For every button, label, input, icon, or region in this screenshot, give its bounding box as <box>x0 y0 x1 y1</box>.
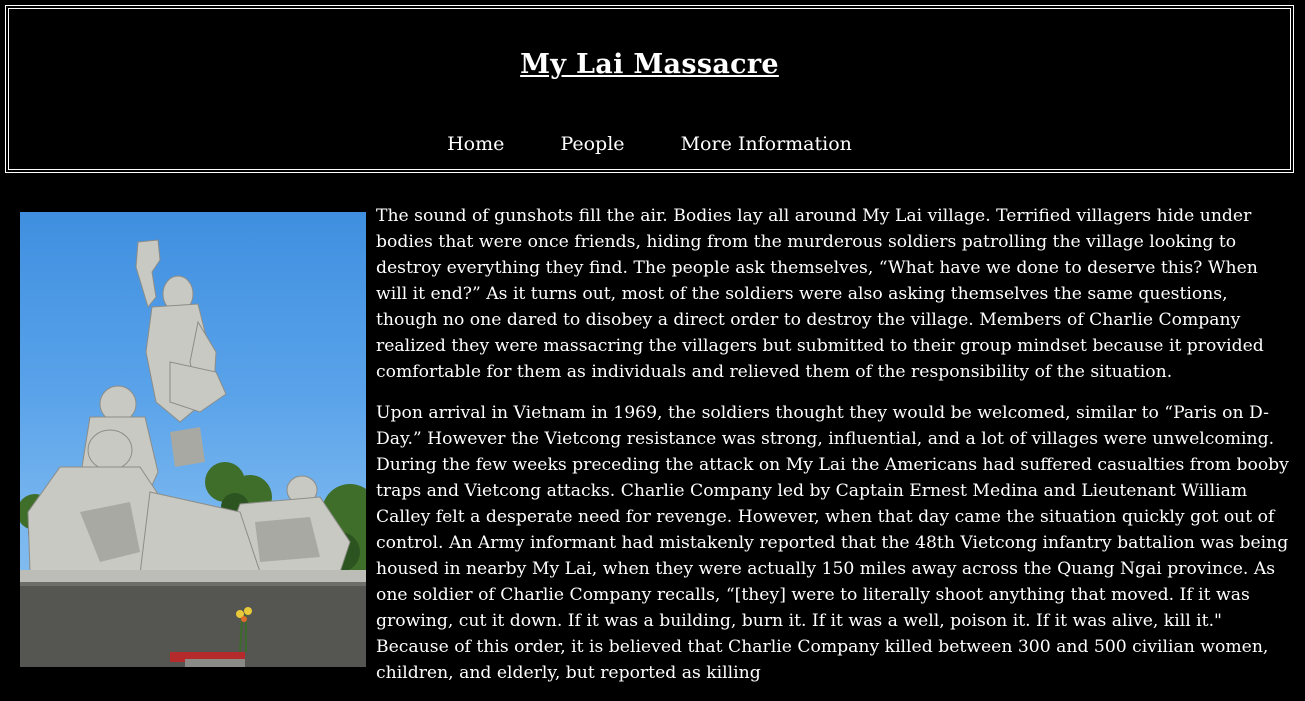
memorial-statue-icon <box>20 239 366 667</box>
article-paragraph-1: The sound of gunshots fill the air. Bodi… <box>376 206 1264 382</box>
article-body: The sound of gunshots fill the air. Bodi… <box>376 203 1291 701</box>
nav-link-home[interactable]: Home <box>447 133 504 155</box>
site-header: My Lai Massacre Home People More Informa… <box>5 5 1294 173</box>
nav-link-people[interactable]: People <box>560 133 624 155</box>
main-nav: Home People More Information <box>9 133 1290 155</box>
article-paragraph-2: Upon arrival in Vietnam in 1969, the sol… <box>376 403 1289 683</box>
nav-link-more-information[interactable]: More Information <box>681 133 852 155</box>
memorial-statue-photo <box>20 212 366 667</box>
page-title: My Lai Massacre <box>520 49 779 80</box>
